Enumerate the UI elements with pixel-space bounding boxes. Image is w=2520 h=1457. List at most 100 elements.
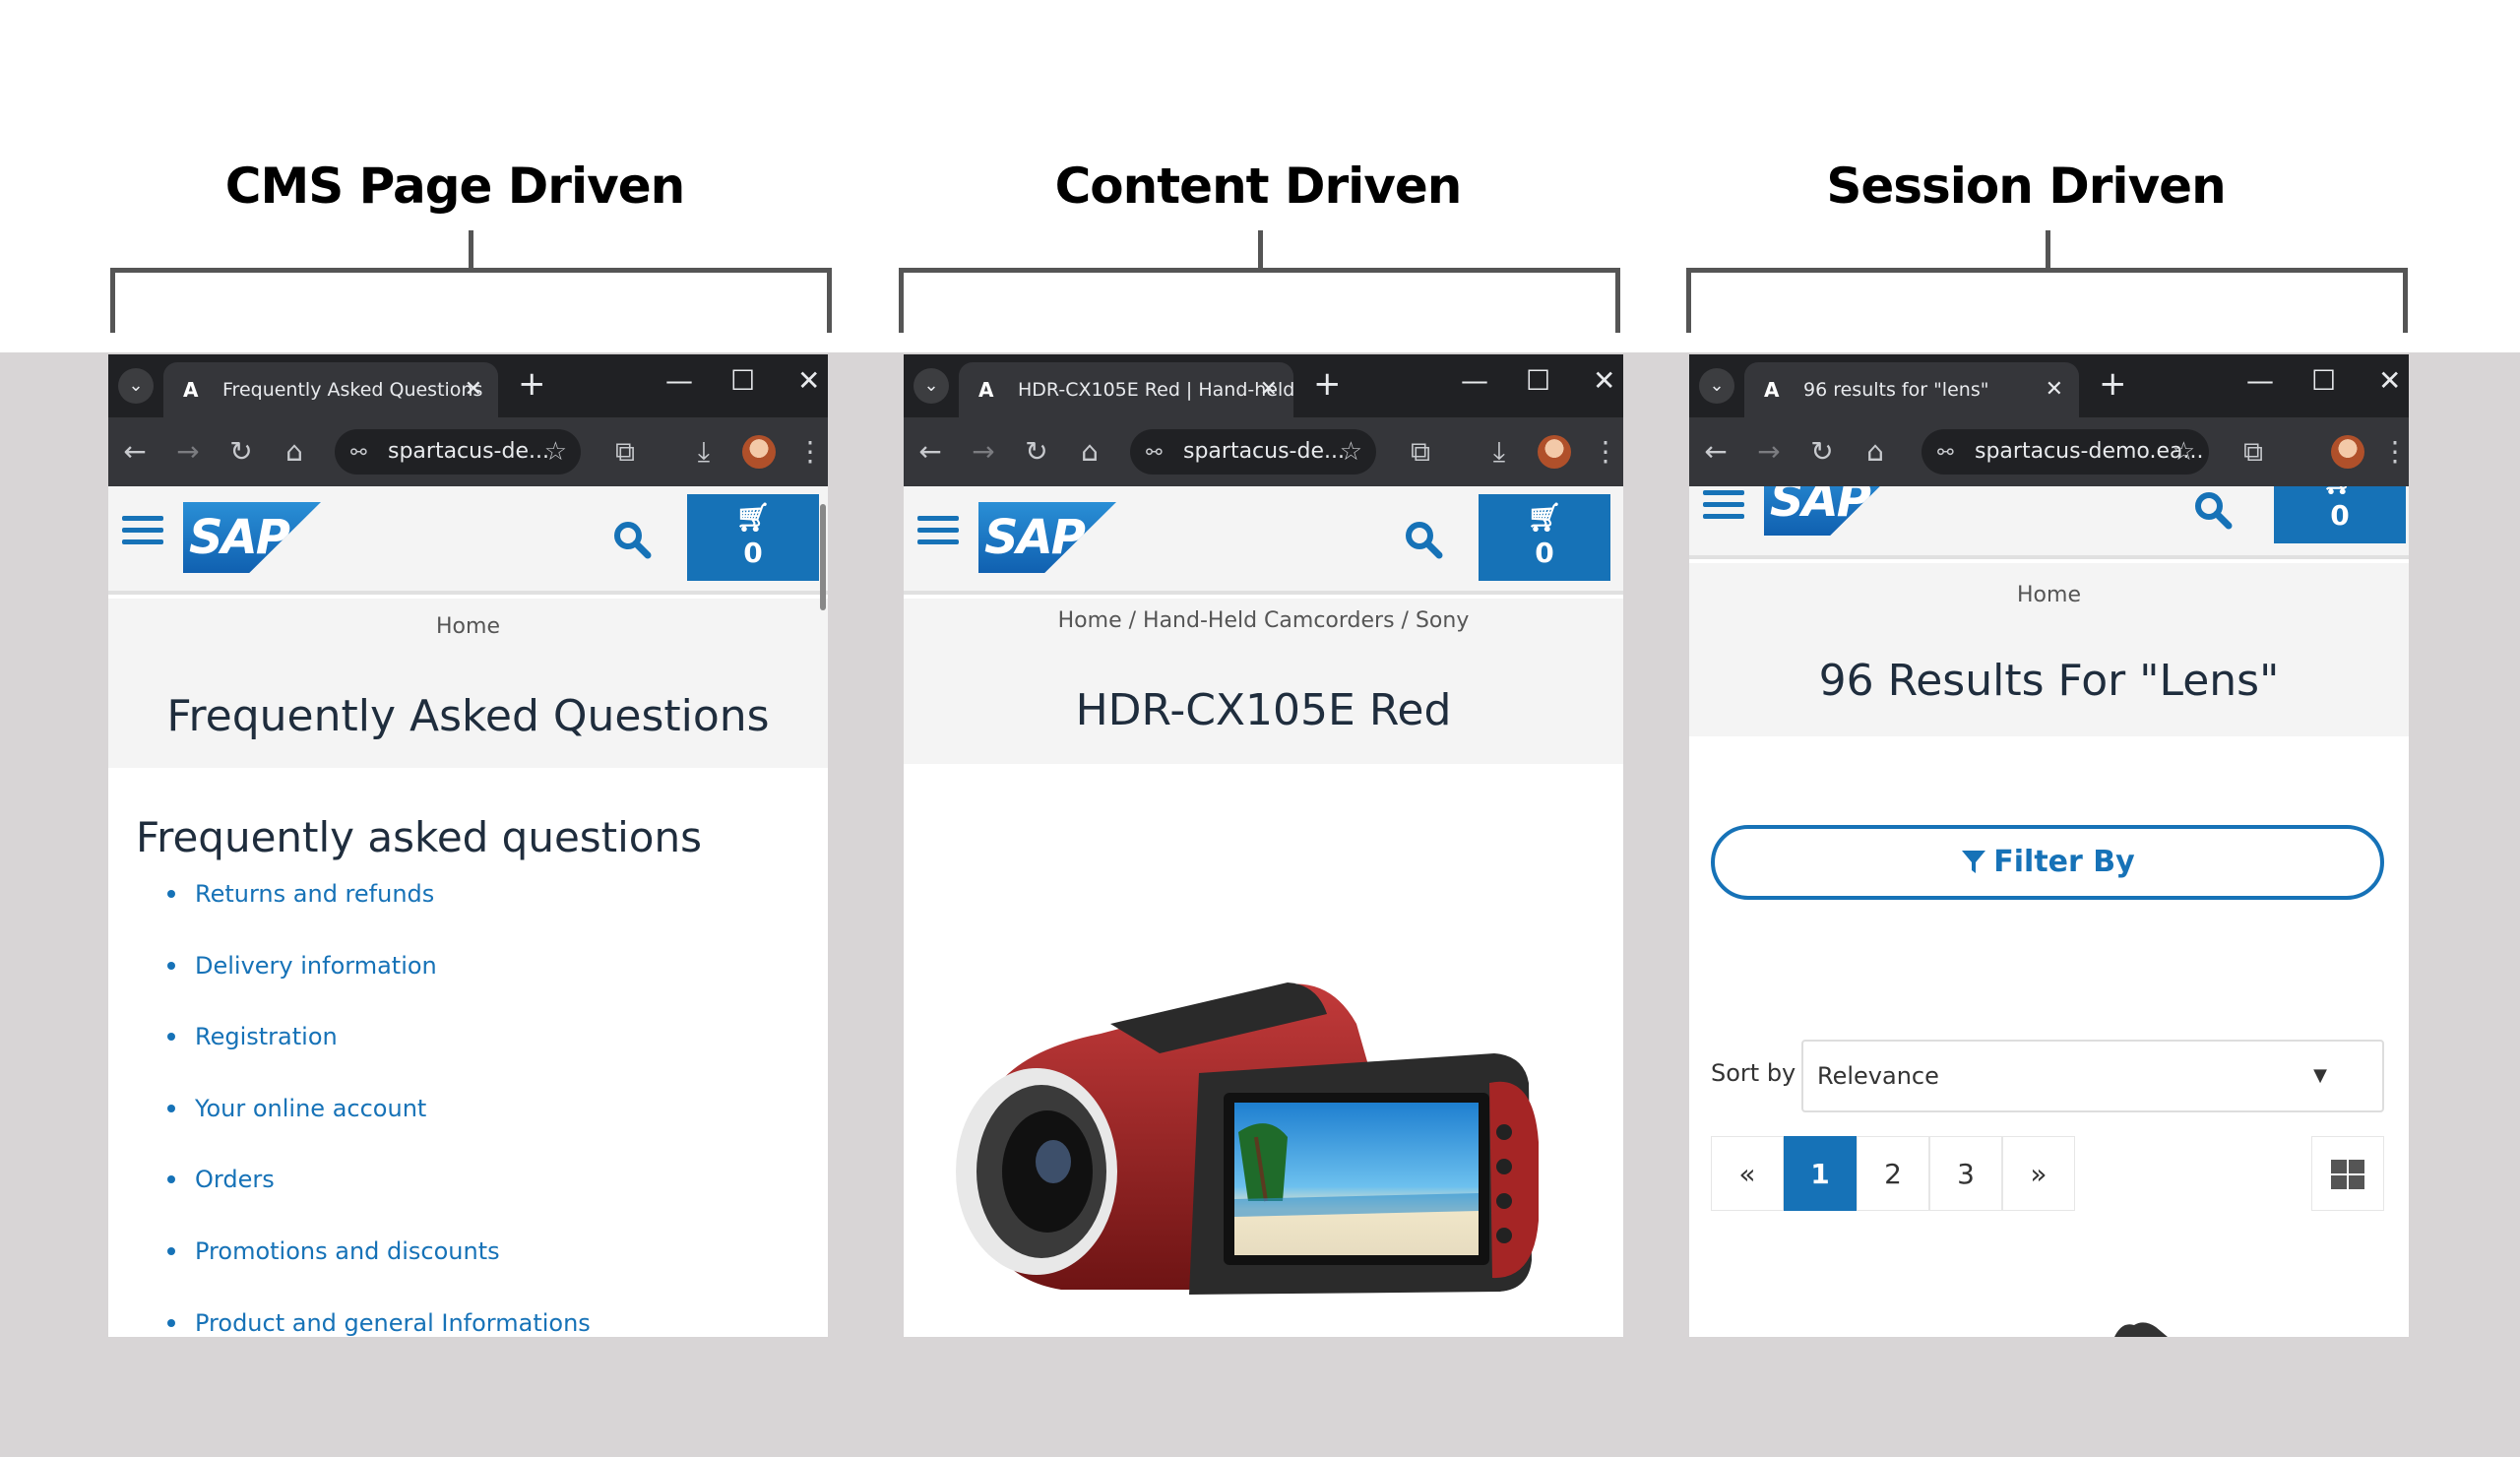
maximize-button[interactable]: ☐: [1526, 364, 1550, 397]
maximize-button[interactable]: ☐: [2311, 364, 2336, 397]
hamburger-menu-icon[interactable]: [1703, 490, 1744, 520]
sort-select[interactable]: Relevance ▼: [1801, 1040, 2384, 1112]
home-icon[interactable]: ⌂: [1073, 435, 1106, 468]
tab-close-icon[interactable]: ✕: [2046, 362, 2063, 417]
close-window-button[interactable]: ✕: [797, 364, 820, 397]
page-title: HDR-CX105E Red: [1075, 685, 1452, 735]
forward-icon[interactable]: →: [1752, 435, 1786, 468]
sap-logo[interactable]: SAP: [183, 502, 321, 573]
site-info-icon[interactable]: ⚯: [350, 429, 367, 475]
new-tab-button[interactable]: +: [2099, 364, 2127, 404]
filter-by-button[interactable]: Filter By: [1711, 825, 2384, 900]
site-info-icon[interactable]: ⚯: [1937, 429, 1954, 475]
search-icon[interactable]: [1404, 520, 1443, 559]
forward-icon[interactable]: →: [967, 435, 1000, 468]
pagination-page-1[interactable]: 1: [1784, 1136, 1857, 1211]
sap-logo[interactable]: SAP: [978, 502, 1116, 573]
address-bar[interactable]: ⚯ spartacus-demo.ea... ☆: [1922, 429, 2209, 475]
browser-tab[interactable]: A 96 results for "lens" ✕: [1744, 362, 2079, 417]
url-text: spartacus-demo.ea...: [1975, 439, 2204, 464]
faq-link[interactable]: Returns and refunds: [167, 876, 591, 948]
pagination-page-2[interactable]: 2: [1857, 1136, 1929, 1211]
bookmark-star-icon[interactable]: ☆: [1340, 429, 1362, 475]
breadcrumb-home[interactable]: Home: [2017, 583, 2081, 607]
home-icon[interactable]: ⌂: [1858, 435, 1892, 468]
forward-icon[interactable]: →: [171, 435, 205, 468]
browser-menu-icon[interactable]: ⋮: [793, 435, 827, 468]
minimize-button[interactable]: —: [2246, 364, 2274, 397]
tab-close-icon[interactable]: ✕: [1260, 362, 1278, 417]
cart-button[interactable]: 🛒︎ 0: [2274, 486, 2406, 543]
extensions-icon[interactable]: ⧉: [2236, 435, 2270, 469]
grid-view-button[interactable]: [2311, 1136, 2384, 1211]
faq-link[interactable]: Orders: [167, 1162, 591, 1234]
back-icon[interactable]: ←: [118, 435, 152, 468]
search-icon[interactable]: [2193, 490, 2233, 530]
back-icon[interactable]: ←: [1699, 435, 1732, 468]
tab-search-dropdown-icon[interactable]: ⌄: [914, 368, 949, 404]
site-info-icon[interactable]: ⚯: [1146, 429, 1163, 475]
tab-search-dropdown-icon[interactable]: ⌄: [118, 368, 154, 404]
profile-avatar[interactable]: [1538, 435, 1571, 469]
extensions-icon[interactable]: ⧉: [1404, 435, 1437, 469]
tab-search-dropdown-icon[interactable]: ⌄: [1699, 368, 1734, 404]
profile-avatar[interactable]: [742, 435, 776, 469]
minimize-button[interactable]: —: [665, 364, 693, 397]
breadcrumb-category[interactable]: Hand-Held Camcorders: [1143, 608, 1395, 633]
hamburger-menu-icon[interactable]: [917, 516, 959, 545]
breadcrumb-separator: /: [1128, 608, 1137, 633]
heading-cms-page-driven: CMS Page Driven: [224, 158, 685, 215]
faq-link[interactable]: Promotions and discounts: [167, 1234, 591, 1305]
bracket-stem: [1258, 230, 1263, 268]
tab-close-icon[interactable]: ✕: [465, 362, 482, 417]
tab-bar: ⌄ A Frequently Asked Questions ✕ + — ☐ ✕: [108, 354, 828, 417]
browser-menu-icon[interactable]: ⋮: [1589, 435, 1622, 468]
faq-link[interactable]: Delivery information: [167, 948, 591, 1020]
reload-icon[interactable]: ↻: [1020, 435, 1053, 468]
heading-content-driven: Content Driven: [1054, 158, 1463, 215]
new-tab-button[interactable]: +: [518, 364, 546, 404]
address-bar[interactable]: ⚯ spartacus-de... ☆: [335, 429, 581, 475]
hamburger-menu-icon[interactable]: [122, 516, 163, 545]
faq-link-list: Returns and refunds Delivery information…: [167, 876, 591, 1337]
cart-icon: 🛒︎: [2274, 486, 2406, 498]
cart-button[interactable]: 🛒︎ 0: [1479, 494, 1610, 581]
faq-link[interactable]: Your online account: [167, 1091, 591, 1163]
site-header: SAP 🛒︎ 0: [904, 486, 1623, 595]
breadcrumb-brand[interactable]: Sony: [1416, 608, 1469, 633]
search-icon[interactable]: [612, 520, 652, 559]
profile-avatar[interactable]: [2331, 435, 2364, 469]
breadcrumb-home[interactable]: Home: [436, 614, 500, 639]
address-bar[interactable]: ⚯ spartacus-de... ☆: [1130, 429, 1376, 475]
sap-logo[interactable]: SAP: [1764, 486, 1902, 536]
browser-window-cms: ⌄ A Frequently Asked Questions ✕ + — ☐ ✕…: [108, 354, 828, 1337]
scrollbar-thumb[interactable]: [820, 504, 826, 610]
download-icon[interactable]: ⤓: [687, 435, 721, 469]
download-icon[interactable]: ⤓: [1482, 435, 1516, 469]
back-icon[interactable]: ←: [914, 435, 947, 468]
browser-tab[interactable]: A HDR-CX105E Red | Hand-held C ✕: [959, 362, 1293, 417]
new-tab-button[interactable]: +: [1313, 364, 1342, 404]
maximize-button[interactable]: ☐: [730, 364, 755, 397]
pagination-page-3[interactable]: 3: [1929, 1136, 2002, 1211]
home-icon[interactable]: ⌂: [278, 435, 311, 468]
extensions-icon[interactable]: ⧉: [608, 435, 642, 469]
cart-icon: 🛒︎: [1527, 501, 1562, 534]
minimize-button[interactable]: —: [1461, 364, 1488, 397]
angular-favicon-icon: A: [1764, 378, 1780, 402]
bookmark-star-icon[interactable]: ☆: [2173, 429, 2195, 475]
faq-link[interactable]: Product and general Informations: [167, 1305, 591, 1337]
browser-tab[interactable]: A Frequently Asked Questions ✕: [163, 362, 498, 417]
close-window-button[interactable]: ✕: [1593, 364, 1615, 397]
cart-button[interactable]: 🛒︎ 0: [687, 494, 819, 581]
reload-icon[interactable]: ↻: [224, 435, 258, 468]
bookmark-star-icon[interactable]: ☆: [544, 429, 567, 475]
cart-count: 0: [1535, 537, 1554, 569]
close-window-button[interactable]: ✕: [2378, 364, 2401, 397]
faq-link[interactable]: Registration: [167, 1019, 591, 1091]
browser-menu-icon[interactable]: ⋮: [2378, 435, 2409, 468]
pagination-previous[interactable]: «: [1711, 1136, 1784, 1211]
breadcrumb-home[interactable]: Home: [1058, 608, 1122, 633]
pagination-next[interactable]: »: [2002, 1136, 2075, 1211]
reload-icon[interactable]: ↻: [1805, 435, 1839, 468]
